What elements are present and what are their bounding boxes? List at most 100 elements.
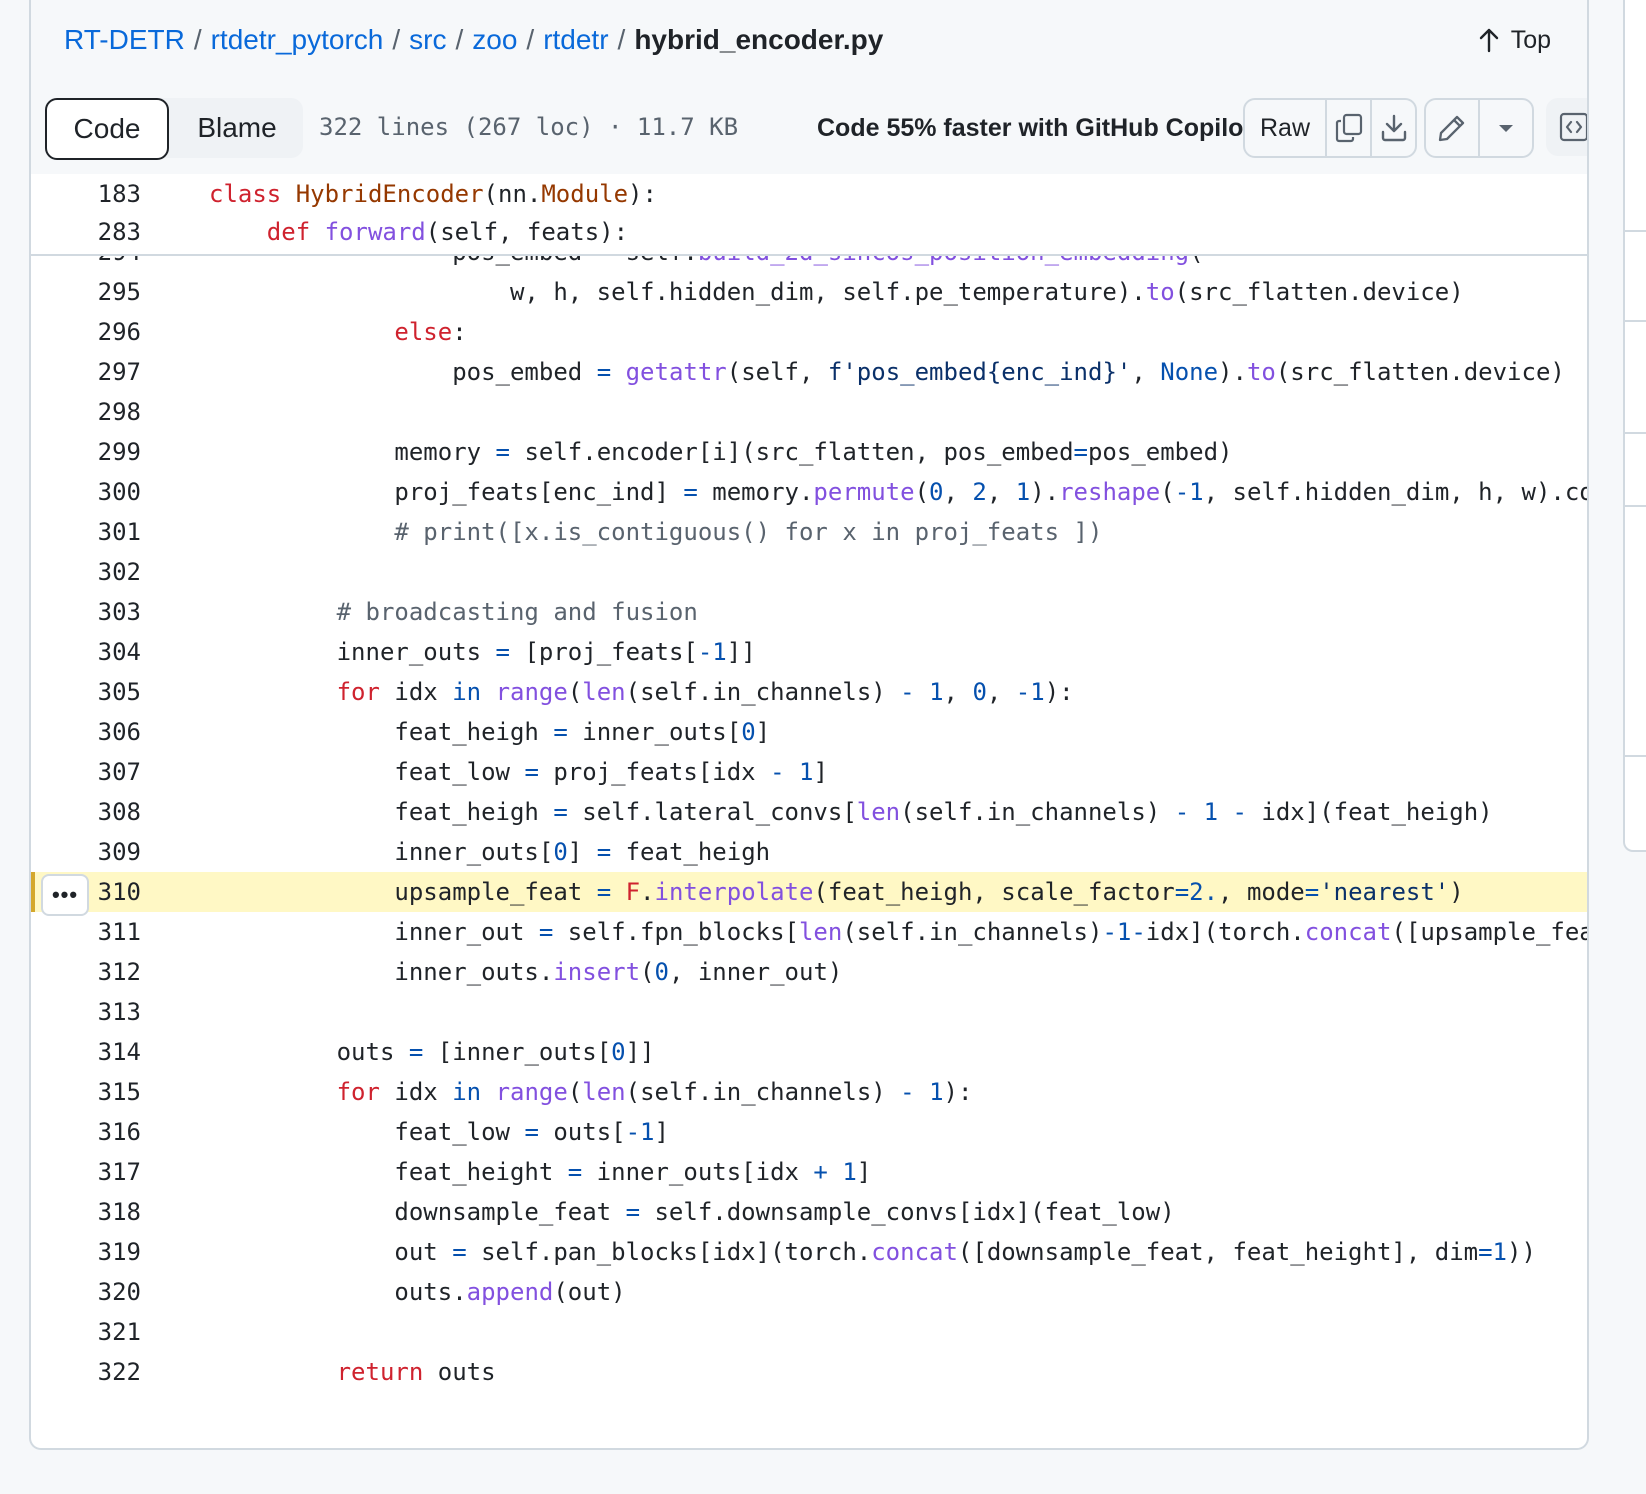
breadcrumb: RT-DETR / rtdetr_pytorch / src / zoo / rtdetr / hy… xyxy=(64,18,883,62)
code-line[interactable]: 314 outs = [inner_outs[0]] xyxy=(31,1032,1587,1072)
code-line[interactable]: 306 feat_heigh = inner_outs[0] xyxy=(31,712,1587,752)
line-number[interactable]: 314 xyxy=(71,1032,141,1072)
code-line[interactable]: 317 feat_height = inner_outs[idx + 1] xyxy=(31,1152,1587,1192)
breadcrumb-separator: / xyxy=(617,24,626,55)
line-number[interactable]: 313 xyxy=(71,992,141,1032)
line-number[interactable]: 315 xyxy=(71,1072,141,1112)
code-line[interactable]: 304 inner_outs = [proj_feats[-1]] xyxy=(31,632,1587,672)
sticky-line[interactable]: 183 class HybridEncoder(nn.Module): xyxy=(31,174,1587,214)
line-number[interactable]: 311 xyxy=(71,912,141,952)
code-line[interactable]: 319 out = self.pan_blocks[idx](torch.con… xyxy=(31,1232,1587,1272)
breadcrumb-folder-link[interactable]: rtdetr xyxy=(543,24,608,55)
code-text: feat_heigh = inner_outs[0] xyxy=(221,718,771,746)
line-number[interactable]: 183 xyxy=(71,174,141,214)
code-line[interactable]: 318 downsample_feat = self.downsample_co… xyxy=(31,1192,1587,1232)
copy-icon xyxy=(1335,113,1362,143)
code-line[interactable]: 303 # broadcasting and fusion xyxy=(31,592,1587,632)
raw-button[interactable]: Raw xyxy=(1245,100,1327,156)
line-number[interactable]: 283 xyxy=(71,212,141,252)
code-line[interactable]: 295 w, h, self.hidden_dim, self.pe_tempe… xyxy=(31,272,1587,312)
line-number[interactable]: 301 xyxy=(71,512,141,552)
code-line[interactable]: 312 inner_outs.insert(0, inner_out) xyxy=(31,952,1587,992)
line-number[interactable]: 312 xyxy=(71,952,141,992)
view-mode-switch: Code Blame xyxy=(45,98,303,160)
line-number[interactable]: 302 xyxy=(71,552,141,592)
line-number[interactable]: 296 xyxy=(71,312,141,352)
sticky-line[interactable]: 283 def forward(self, feats): xyxy=(31,212,1587,252)
tab-code[interactable]: Code xyxy=(45,98,169,160)
line-number[interactable]: 320 xyxy=(71,1272,141,1312)
copy-raw-button[interactable] xyxy=(1327,100,1370,156)
file-info: 322 lines (267 loc) · 11.7 KB xyxy=(319,113,739,141)
code-text: w, h, self.hidden_dim, self.pe_temperatu… xyxy=(221,278,1464,306)
code-line[interactable]: 297 pos_embed = getattr(self, f'pos_embe… xyxy=(31,352,1587,392)
side-panel-divider xyxy=(1625,230,1646,232)
triangle-down-icon xyxy=(1499,125,1513,132)
line-number[interactable]: 321 xyxy=(71,1312,141,1352)
code-line[interactable]: 321 xyxy=(31,1312,1587,1352)
symbols-panel-button[interactable] xyxy=(1546,98,1587,156)
code-line[interactable]: 296 else: xyxy=(31,312,1587,352)
arrow-up-icon xyxy=(1479,28,1498,53)
line-number[interactable]: 318 xyxy=(71,1192,141,1232)
back-to-top-button[interactable]: Top xyxy=(1477,20,1551,60)
code-line[interactable]: 322 return outs xyxy=(31,1352,1587,1392)
code-line[interactable]: 300 proj_feats[enc_ind] = memory.permute… xyxy=(31,472,1587,512)
code-text: out = self.pan_blocks[idx](torch.concat(… xyxy=(221,1238,1536,1266)
code-text: feat_low = outs[-1] xyxy=(221,1118,669,1146)
breadcrumb-folder-link[interactable]: rtdetr_pytorch xyxy=(211,24,384,55)
line-number[interactable]: 295 xyxy=(71,272,141,312)
code-line[interactable]: 308 feat_heigh = self.lateral_convs[len(… xyxy=(31,792,1587,832)
breadcrumb-separator: / xyxy=(392,24,401,55)
copilot-promo-label: Code 55% faster with GitHub Copilot xyxy=(817,113,1243,142)
code-line-highlighted[interactable]: ••• 310 upsample_feat = F.interpolate(fea… xyxy=(31,872,1587,916)
code-text: downsample_feat = self.downsample_convs[… xyxy=(221,1198,1175,1226)
line-number[interactable]: 304 xyxy=(71,632,141,672)
breadcrumb-repo-link[interactable]: RT-DETR xyxy=(64,24,185,55)
line-number[interactable]: 309 xyxy=(71,832,141,872)
line-number[interactable]: 319 xyxy=(71,1232,141,1272)
code-line[interactable]: 307 feat_low = proj_feats[idx - 1] xyxy=(31,752,1587,792)
line-number[interactable]: 317 xyxy=(71,1152,141,1192)
edit-button-group xyxy=(1424,98,1534,158)
code-line[interactable]: 299 memory = self.encoder[i](src_flatten… xyxy=(31,432,1587,472)
code-line[interactable]: 311 inner_out = self.fpn_blocks[len(self… xyxy=(31,912,1587,952)
code-text: feat_height = inner_outs[idx + 1] xyxy=(221,1158,872,1186)
code-line[interactable]: 320 outs.append(out) xyxy=(31,1272,1587,1312)
line-number[interactable]: 308 xyxy=(71,792,141,832)
line-number[interactable]: 300 xyxy=(71,472,141,512)
code-line[interactable]: 302 xyxy=(31,552,1587,592)
code-line[interactable]: 305 for idx in range(len(self.in_channel… xyxy=(31,672,1587,712)
more-edit-options-button[interactable] xyxy=(1478,100,1532,156)
code-line[interactable]: 309 inner_outs[0] = feat_heigh xyxy=(31,832,1587,872)
line-number[interactable]: 307 xyxy=(71,752,141,792)
code-line[interactable]: 316 feat_low = outs[-1] xyxy=(31,1112,1587,1152)
line-number[interactable]: 299 xyxy=(71,432,141,472)
tab-blame[interactable]: Blame xyxy=(171,98,303,158)
sticky-scope-header: 183 class HybridEncoder(nn.Module): 283 … xyxy=(31,174,1587,256)
copilot-promo-link[interactable]: Code 55% faster with GitHub Copilot xyxy=(807,98,1243,158)
breadcrumb-folder-link[interactable]: zoo xyxy=(472,24,517,55)
code-text: for idx in range(len(self.in_channels) -… xyxy=(336,678,1074,706)
download-raw-button[interactable] xyxy=(1370,100,1415,156)
file-view: RT-DETR / rtdetr_pytorch / src / zoo / rtdetr / hy… xyxy=(29,0,1589,1450)
code-text: # print([x.is_contiguous() for x in proj… xyxy=(394,518,1103,546)
code-text: inner_outs[0] = feat_heigh xyxy=(221,838,771,866)
highlight-marker xyxy=(31,872,35,912)
line-number[interactable]: 306 xyxy=(71,712,141,752)
code-line[interactable]: 298 xyxy=(31,392,1587,432)
code-line[interactable]: 313 xyxy=(31,992,1587,1032)
breadcrumb-folder-link[interactable]: src xyxy=(409,24,446,55)
breadcrumb-current-file: hybrid_encoder.py xyxy=(634,24,884,55)
line-number[interactable]: 303 xyxy=(71,592,141,632)
line-number[interactable]: 305 xyxy=(71,672,141,712)
line-number[interactable]: 316 xyxy=(71,1112,141,1152)
code-line[interactable]: 301 # print([x.is_contiguous() for x in … xyxy=(31,512,1587,552)
line-number[interactable]: 322 xyxy=(71,1352,141,1392)
line-number[interactable]: 297 xyxy=(71,352,141,392)
code-text: else: xyxy=(394,318,467,346)
code-line[interactable]: 315 for idx in range(len(self.in_channel… xyxy=(31,1072,1587,1112)
edit-file-button[interactable] xyxy=(1426,100,1478,156)
line-number[interactable]: 310 xyxy=(71,872,141,912)
line-number[interactable]: 298 xyxy=(71,392,141,432)
